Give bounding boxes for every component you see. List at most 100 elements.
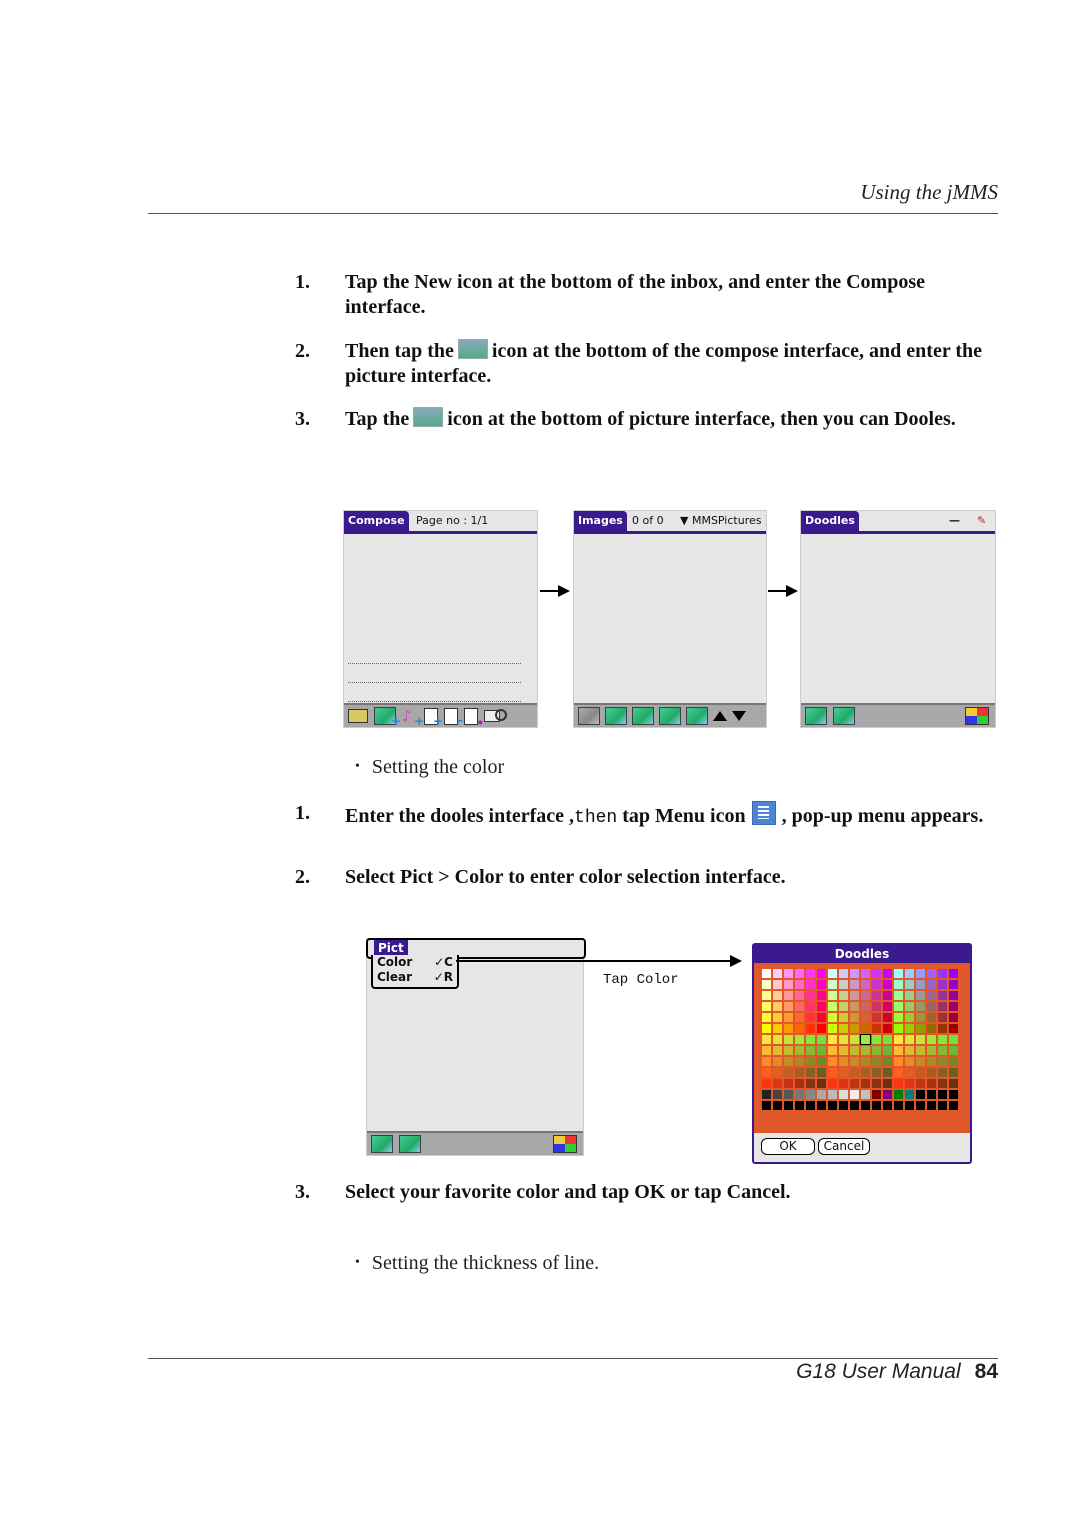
color-swatch[interactable]	[784, 969, 793, 978]
color-swatch[interactable]	[883, 1024, 892, 1033]
color-swatch[interactable]	[883, 1090, 892, 1099]
color-swatch[interactable]	[828, 1035, 837, 1044]
color-swatch[interactable]	[894, 1046, 903, 1055]
color-swatch[interactable]	[795, 1024, 804, 1033]
color-swatch[interactable]	[872, 991, 881, 1000]
color-swatch[interactable]	[817, 1002, 826, 1011]
color-swatch[interactable]	[850, 980, 859, 989]
color-swatch[interactable]	[839, 1046, 848, 1055]
color-swatch[interactable]	[806, 1013, 815, 1022]
color-swatch[interactable]	[817, 1101, 826, 1110]
color-swatch[interactable]	[762, 1057, 771, 1066]
color-swatch[interactable]	[883, 1013, 892, 1022]
palette-brush-icon[interactable]	[965, 707, 989, 725]
color-swatch[interactable]	[806, 1101, 815, 1110]
color-swatch[interactable]	[817, 1068, 826, 1077]
color-swatch[interactable]	[795, 1079, 804, 1088]
color-swatch[interactable]	[872, 1057, 881, 1066]
color-swatch[interactable]	[883, 1002, 892, 1011]
color-swatch[interactable]	[828, 1013, 837, 1022]
select-icon[interactable]	[578, 707, 600, 725]
color-swatch[interactable]	[883, 1046, 892, 1055]
color-swatch[interactable]	[861, 1013, 870, 1022]
color-swatch[interactable]	[883, 1079, 892, 1088]
new-picture-icon[interactable]	[605, 707, 627, 725]
color-swatch[interactable]	[828, 1024, 837, 1033]
color-swatch[interactable]	[828, 1090, 837, 1099]
color-swatch[interactable]	[861, 1068, 870, 1077]
color-swatch[interactable]	[784, 1002, 793, 1011]
color-swatch[interactable]	[773, 991, 782, 1000]
color-swatch[interactable]	[949, 1024, 958, 1033]
color-swatch[interactable]	[905, 1068, 914, 1077]
color-swatch[interactable]	[839, 1101, 848, 1110]
color-swatch[interactable]	[861, 1002, 870, 1011]
remove-page-icon[interactable]	[444, 707, 463, 727]
color-swatch[interactable]	[784, 1057, 793, 1066]
color-swatch[interactable]	[927, 1057, 936, 1066]
color-swatch[interactable]	[949, 1013, 958, 1022]
undo-picture-icon[interactable]	[833, 707, 855, 725]
color-swatch[interactable]	[949, 1035, 958, 1044]
color-swatch[interactable]	[762, 980, 771, 989]
color-swatch[interactable]	[927, 1079, 936, 1088]
color-swatch[interactable]	[839, 1057, 848, 1066]
color-swatch[interactable]	[839, 1035, 848, 1044]
color-swatch[interactable]	[773, 969, 782, 978]
color-swatch[interactable]	[861, 991, 870, 1000]
color-swatch[interactable]	[861, 1079, 870, 1088]
color-swatch[interactable]	[927, 980, 936, 989]
color-swatch[interactable]	[839, 1090, 848, 1099]
color-swatch[interactable]	[861, 1090, 870, 1099]
color-swatch[interactable]	[861, 969, 870, 978]
color-swatch[interactable]	[828, 969, 837, 978]
color-swatch[interactable]	[773, 1090, 782, 1099]
color-swatch[interactable]	[927, 969, 936, 978]
color-swatch[interactable]	[905, 1057, 914, 1066]
color-swatch[interactable]	[773, 1079, 782, 1088]
save-picture-icon[interactable]	[805, 707, 827, 725]
add-picture-icon[interactable]	[374, 707, 401, 728]
color-swatch[interactable]	[938, 1079, 947, 1088]
color-swatch[interactable]	[861, 1057, 870, 1066]
color-swatch[interactable]	[938, 991, 947, 1000]
line-thickness-button[interactable]: —	[949, 511, 960, 531]
color-swatch[interactable]	[850, 1002, 859, 1011]
color-swatch[interactable]	[839, 1013, 848, 1022]
color-swatch[interactable]	[861, 1046, 870, 1055]
color-swatch[interactable]	[795, 1057, 804, 1066]
color-swatch[interactable]	[894, 969, 903, 978]
page-timing-icon[interactable]	[464, 707, 483, 727]
color-swatch[interactable]	[784, 1046, 793, 1055]
color-swatch[interactable]	[894, 1013, 903, 1022]
color-swatch[interactable]	[861, 980, 870, 989]
picture-info-icon[interactable]	[686, 707, 708, 725]
color-swatch[interactable]	[905, 1079, 914, 1088]
compose-tab[interactable]: Compose	[344, 511, 409, 531]
color-swatch[interactable]	[916, 980, 925, 989]
color-swatch[interactable]	[894, 1079, 903, 1088]
color-swatch[interactable]	[850, 1024, 859, 1033]
color-swatch[interactable]	[762, 1013, 771, 1022]
color-swatch[interactable]	[817, 969, 826, 978]
color-swatch[interactable]	[872, 1068, 881, 1077]
color-swatch[interactable]	[850, 1090, 859, 1099]
color-swatch[interactable]	[938, 1101, 947, 1110]
color-swatch[interactable]	[762, 1024, 771, 1033]
color-swatch[interactable]	[773, 1024, 782, 1033]
color-swatch[interactable]	[938, 1024, 947, 1033]
color-swatch[interactable]	[872, 1046, 881, 1055]
color-swatch[interactable]	[839, 1002, 848, 1011]
mail-icon[interactable]	[348, 709, 368, 723]
ok-button[interactable]: OK	[761, 1138, 815, 1155]
color-swatch[interactable]	[762, 1101, 771, 1110]
color-swatch[interactable]	[949, 991, 958, 1000]
color-swatch[interactable]	[905, 1046, 914, 1055]
color-swatch[interactable]	[916, 1090, 925, 1099]
color-swatch[interactable]	[916, 1079, 925, 1088]
color-swatch[interactable]	[938, 969, 947, 978]
color-swatch[interactable]	[949, 1079, 958, 1088]
color-swatch[interactable]	[762, 1002, 771, 1011]
color-swatch[interactable]	[795, 969, 804, 978]
color-swatch[interactable]	[773, 1101, 782, 1110]
